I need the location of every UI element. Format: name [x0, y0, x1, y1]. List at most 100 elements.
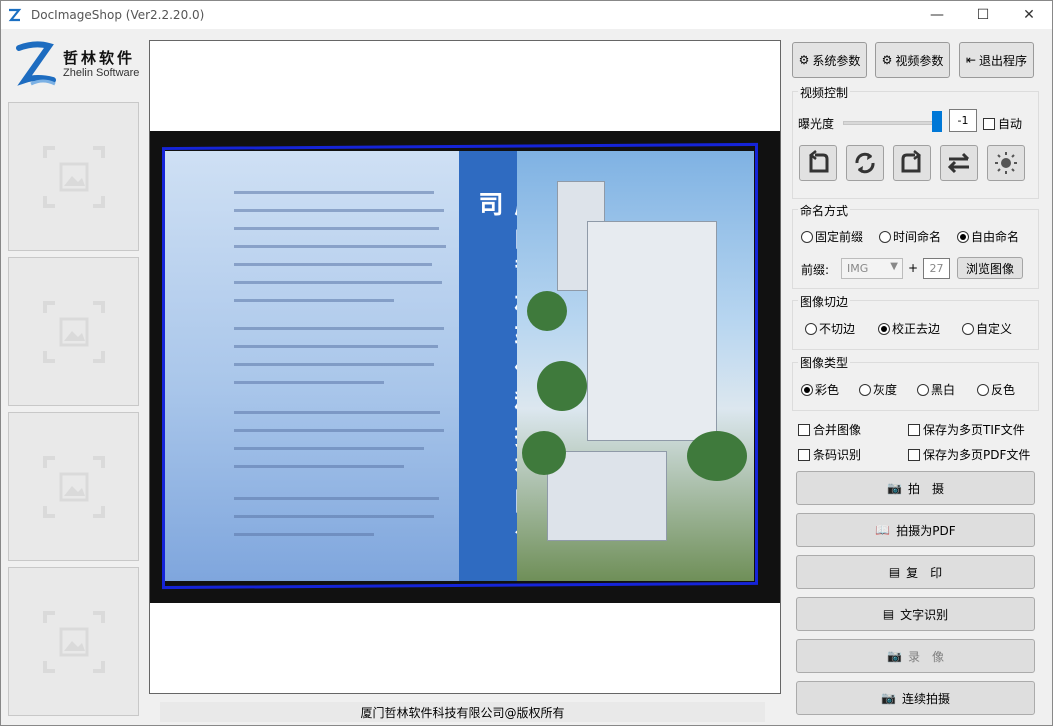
- preview-image: 厦门哲林软件科技有限公司: [150, 131, 780, 603]
- copy-label: 复 印: [906, 565, 943, 580]
- swap-button[interactable]: [940, 145, 978, 181]
- maximize-button[interactable]: ☐: [960, 1, 1006, 29]
- save-tif-label: 保存为多页TIF文件: [923, 423, 1025, 437]
- video-params-label: 视频参数: [895, 53, 944, 68]
- company-logo: 哲林软件 Zhelin Software: [13, 37, 141, 93]
- type-option-label: 灰度: [873, 383, 898, 397]
- camera-icon: 📷: [887, 649, 902, 663]
- image-placeholder-icon: [42, 455, 105, 518]
- close-button[interactable]: ✕: [1006, 1, 1052, 29]
- refresh-button[interactable]: [846, 145, 884, 181]
- auto-checkbox-box[interactable]: [983, 117, 995, 130]
- record-button[interactable]: 📷 录 像: [796, 639, 1035, 673]
- crop-correct-radio[interactable]: 校正去边: [878, 320, 940, 337]
- naming-option-label: 时间命名: [893, 230, 942, 244]
- type-bw-radio[interactable]: 黑白: [917, 381, 955, 398]
- copier-icon: ▤: [888, 565, 901, 579]
- image-placeholder-icon: [42, 610, 105, 673]
- image-type-title: 图像类型: [798, 354, 851, 371]
- brightness-button[interactable]: [987, 145, 1025, 181]
- minimize-button[interactable]: —: [914, 1, 960, 29]
- rotate-right-button[interactable]: [893, 145, 931, 181]
- save-pdf-checkbox[interactable]: 保存为多页PDF文件: [908, 446, 1030, 463]
- crop-title: 图像切边: [798, 293, 851, 310]
- capture-button[interactable]: 📷 拍 摄: [796, 471, 1035, 505]
- swap-icon: [947, 152, 970, 174]
- system-params-button[interactable]: ⚙ 系统参数: [792, 42, 867, 78]
- zhelin-logo-icon: [16, 41, 56, 86]
- rotate-left-button[interactable]: [799, 145, 837, 181]
- image-placeholder-icon: [42, 145, 105, 208]
- rotate-left-icon: [808, 150, 829, 173]
- exposure-slider-thumb[interactable]: [932, 111, 942, 132]
- app-icon: [8, 8, 22, 22]
- window-title: DocImageShop (Ver2.2.20.0): [31, 8, 205, 22]
- crop-custom-radio[interactable]: 自定义: [962, 320, 1012, 337]
- copyright-footer: 厦门哲林软件科技有限公司@版权所有: [160, 702, 765, 722]
- document-text-icon: ▤: [882, 607, 895, 621]
- title-bar: DocImageShop (Ver2.2.20.0) — ☐ ✕: [1, 1, 1052, 29]
- number-field[interactable]: 27: [923, 258, 950, 279]
- naming-option-label: 自由命名: [971, 230, 1020, 244]
- brightness-icon: [995, 152, 1017, 174]
- browse-images-button[interactable]: 浏览图像: [957, 257, 1023, 279]
- exposure-value-field[interactable]: -1: [949, 109, 977, 132]
- type-invert-radio[interactable]: 反色: [977, 381, 1015, 398]
- save-tif-checkbox[interactable]: 保存为多页TIF文件: [908, 421, 1025, 438]
- crop-option-label: 不切边: [819, 322, 856, 336]
- prefix-label: 前缀:: [801, 263, 830, 277]
- capture-label: 拍 摄: [907, 481, 944, 496]
- capture-pdf-label: 拍摄为PDF: [896, 523, 956, 538]
- ocr-label: 文字识别: [900, 607, 949, 622]
- prefix-select[interactable]: IMG ▼: [841, 258, 903, 279]
- type-option-label: 反色: [991, 383, 1016, 397]
- thumbnail-slot[interactable]: [8, 567, 139, 716]
- gear-icon: ⚙: [798, 53, 810, 67]
- auto-label: 自动: [998, 117, 1023, 131]
- gears-icon: ⚙: [881, 53, 893, 67]
- thumbnail-slot[interactable]: [8, 412, 139, 561]
- naming-free-radio[interactable]: 自由命名: [957, 228, 1019, 245]
- type-color-radio[interactable]: 彩色: [801, 381, 839, 398]
- naming-fixed-prefix-radio[interactable]: 固定前缀: [801, 228, 863, 245]
- book-icon: 📖: [875, 523, 891, 537]
- crop-option-label: 自定义: [976, 322, 1013, 336]
- chevron-down-icon: ▼: [890, 261, 898, 272]
- logo-name-en: Zhelin Software: [63, 67, 140, 80]
- barcode-checkbox[interactable]: 条码识别: [798, 446, 861, 463]
- crop-none-radio[interactable]: 不切边: [805, 320, 855, 337]
- exposure-slider-track[interactable]: [843, 121, 941, 125]
- system-params-label: 系统参数: [812, 53, 861, 68]
- exit-icon: ⇤: [965, 53, 977, 67]
- save-pdf-label: 保存为多页PDF文件: [923, 448, 1031, 462]
- crop-option-label: 校正去边: [892, 322, 941, 336]
- auto-exposure-checkbox[interactable]: 自动: [983, 115, 1022, 132]
- type-option-label: 彩色: [815, 383, 840, 397]
- refresh-icon: [855, 152, 875, 174]
- exit-button[interactable]: ⇤ 退出程序: [959, 42, 1034, 78]
- merge-label: 合并图像: [813, 423, 862, 437]
- type-option-label: 黑白: [931, 383, 956, 397]
- continuous-label: 连续拍摄: [901, 691, 950, 706]
- naming-time-radio[interactable]: 时间命名: [879, 228, 941, 245]
- record-label: 录 像: [907, 649, 944, 664]
- logo-name-cn: 哲林软件: [63, 49, 136, 68]
- exposure-label: 曝光度: [798, 117, 835, 131]
- type-gray-radio[interactable]: 灰度: [859, 381, 897, 398]
- ocr-button[interactable]: ▤ 文字识别: [796, 597, 1035, 631]
- crop-boundary: [162, 142, 758, 590]
- thumbnail-slot[interactable]: [8, 102, 139, 251]
- app-window: DocImageShop (Ver2.2.20.0) — ☐ ✕ 哲林软件 Zh…: [0, 0, 1053, 726]
- video-params-button[interactable]: ⚙ 视频参数: [875, 42, 950, 78]
- merge-images-checkbox[interactable]: 合并图像: [798, 421, 861, 438]
- camera-icon: 📷: [881, 691, 896, 705]
- plus-sign: +: [908, 261, 919, 275]
- naming-option-label: 固定前缀: [815, 230, 864, 244]
- copy-button[interactable]: ▤ 复 印: [796, 555, 1035, 589]
- naming-title: 命名方式: [798, 202, 851, 219]
- prefix-value: IMG: [847, 262, 869, 275]
- capture-pdf-button[interactable]: 📖 拍摄为PDF: [796, 513, 1035, 547]
- continuous-capture-button[interactable]: 📷 连续拍摄: [796, 681, 1035, 715]
- camera-preview[interactable]: 厦门哲林软件科技有限公司: [149, 40, 781, 694]
- thumbnail-slot[interactable]: [8, 257, 139, 406]
